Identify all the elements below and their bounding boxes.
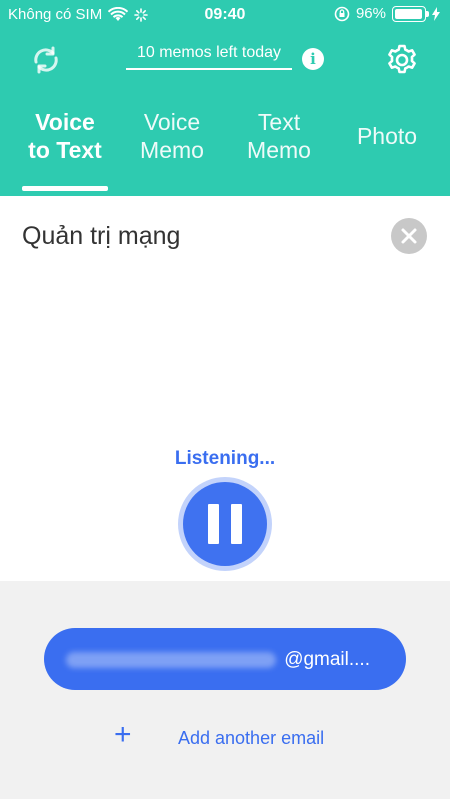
app-header: Không có SIM 09:40 96% 10 memos left tod… <box>0 0 450 196</box>
pause-button[interactable] <box>178 477 272 571</box>
tab-voice-to-text[interactable]: Voice to Text <box>22 108 108 191</box>
tab-label-line1: Photo <box>356 123 418 149</box>
add-email-label: Add another email <box>178 728 325 748</box>
email-panel: @gmail.... + Add another email <box>0 581 450 799</box>
tab-label-line2: to Text <box>28 137 102 163</box>
tab-label-line1: Voice <box>35 109 95 135</box>
email-address-label: @gmail.... <box>284 649 370 670</box>
listening-status: Listening... <box>174 448 276 469</box>
charging-icon <box>432 6 440 21</box>
status-right: 96% <box>334 5 440 22</box>
tab-voice-memo[interactable]: Voice Memo <box>132 108 212 164</box>
top-toolbar: 10 memos left today i <box>0 36 450 86</box>
add-email-row[interactable]: + Add another email <box>0 720 450 754</box>
sync-icon[interactable] <box>28 42 64 78</box>
info-icon[interactable]: i <box>302 48 324 70</box>
tab-label-line1: Voice <box>143 109 201 135</box>
tab-label-line1: Text <box>257 109 301 135</box>
status-bar: Không có SIM 09:40 96% <box>0 0 450 32</box>
note-text[interactable]: Quản trị mạng <box>22 222 180 251</box>
memos-left-indicator: 10 memos left today <box>126 44 292 70</box>
tab-text-memo[interactable]: Text Memo <box>240 108 318 164</box>
clear-button[interactable] <box>391 218 427 254</box>
memos-left-label: 10 memos left today <box>136 44 282 61</box>
mode-tabs: Voice to Text Voice Memo Text Memo Photo <box>0 104 450 196</box>
tab-label-line2: Memo <box>140 137 204 163</box>
battery-percent: 96% <box>355 5 386 22</box>
tab-photo[interactable]: Photo <box>348 122 426 150</box>
blurred-email-username <box>66 652 276 668</box>
orientation-lock-icon <box>334 6 350 21</box>
pause-icon <box>183 482 267 566</box>
battery-icon <box>392 5 429 22</box>
email-recipient-button[interactable]: @gmail.... <box>44 628 406 690</box>
active-tab-indicator <box>22 186 108 191</box>
memos-progress-bar <box>126 68 292 70</box>
plus-icon: + <box>114 718 132 751</box>
tab-label-line2: Memo <box>247 137 311 163</box>
close-icon <box>401 228 417 244</box>
gear-icon[interactable] <box>384 42 420 78</box>
